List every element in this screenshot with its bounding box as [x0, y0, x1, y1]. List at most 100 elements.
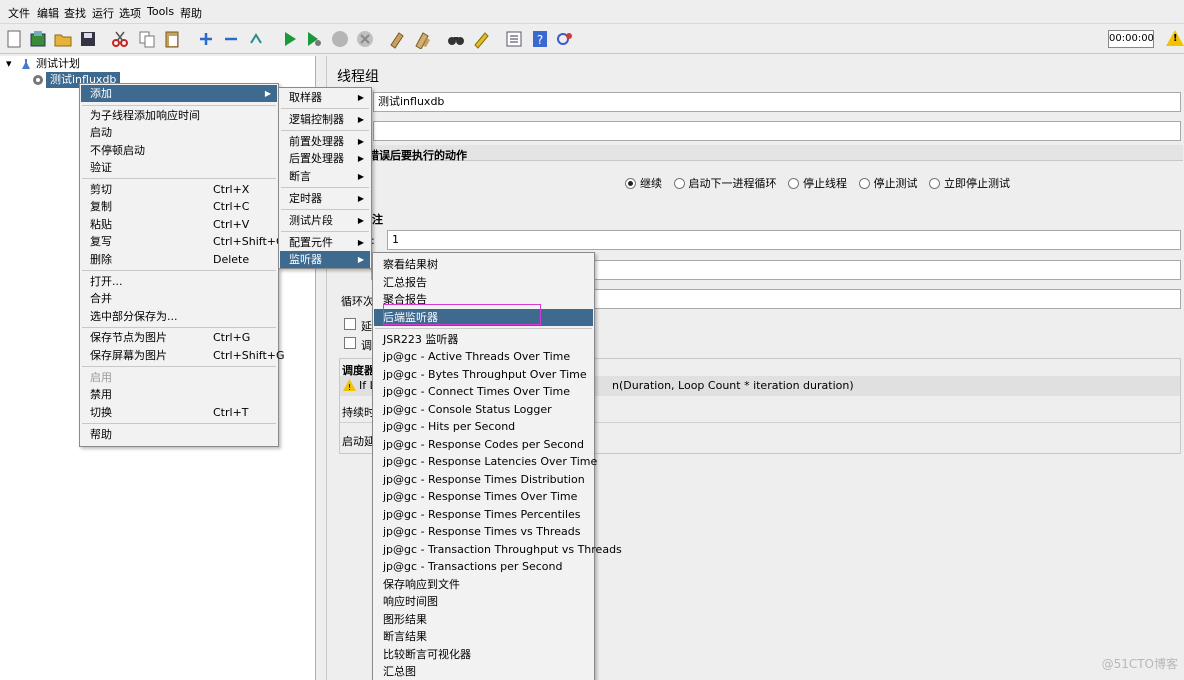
test-plan-icon: [22, 59, 30, 69]
new-icon[interactable]: [4, 29, 24, 49]
shutdown-icon[interactable]: [355, 29, 375, 49]
radio-stop-test[interactable]: 停止测试: [858, 177, 918, 190]
ctx-start-no-pause[interactable]: 不停顿启动: [81, 142, 277, 159]
listener-compare-assertion[interactable]: 比较断言可视化器: [374, 646, 593, 663]
add-sampler[interactable]: 取样器 ▶: [280, 89, 370, 106]
radio-continue[interactable]: 继续: [625, 177, 662, 190]
menu-search[interactable]: 查找: [64, 5, 86, 21]
add-assertion[interactable]: 断言 ▶: [280, 168, 370, 185]
ctx-add-response-time[interactable]: 为子线程添加响应时间: [81, 107, 277, 124]
ctx-merge[interactable]: 合并: [81, 290, 277, 307]
ctx-cut[interactable]: 剪切 Ctrl+X: [81, 181, 277, 198]
ctx-disable[interactable]: 禁用: [81, 386, 277, 403]
listener-hits-per-second[interactable]: jp@gc - Hits per Second: [374, 418, 593, 435]
add-post-processor[interactable]: 后置处理器 ▶: [280, 150, 370, 167]
menu-options[interactable]: 选项: [119, 5, 141, 21]
radio-continue-dot[interactable]: [625, 178, 636, 189]
ctx-validate[interactable]: 验证: [81, 159, 277, 176]
tree-root[interactable]: 测试计划: [36, 56, 80, 72]
menu-tools[interactable]: Tools: [147, 5, 174, 18]
copy-icon[interactable]: [137, 29, 157, 49]
listener-transactions-per-second[interactable]: jp@gc - Transactions per Second: [374, 558, 593, 575]
menu-edit[interactable]: 编辑: [37, 5, 59, 21]
collapse-icon[interactable]: [221, 29, 241, 49]
add-timer[interactable]: 定时器 ▶: [280, 190, 370, 207]
listener-save-responses[interactable]: 保存响应到文件: [374, 576, 593, 593]
menu-run[interactable]: 运行: [92, 5, 114, 21]
listener-bytes-throughput[interactable]: jp@gc - Bytes Throughput Over Time: [374, 366, 593, 383]
clear-all-icon[interactable]: [413, 29, 433, 49]
ctx-delete[interactable]: 删除 Delete: [81, 251, 277, 268]
toggle-icon[interactable]: [246, 29, 266, 49]
listener-active-threads[interactable]: jp@gc - Active Threads Over Time: [374, 348, 593, 365]
radio-next-loop-dot[interactable]: [673, 178, 685, 189]
ctx-duplicate[interactable]: 复写 Ctrl+Shift+C: [81, 233, 284, 250]
listener-view-results-tree[interactable]: 察看结果树: [374, 256, 593, 273]
name-field[interactable]: 测试influxdb: [373, 92, 1181, 112]
ctx-add[interactable]: 添加 ▶: [81, 85, 277, 102]
ctx-save-screen-image[interactable]: 保存屏幕为图片 Ctrl+Shift+G: [81, 347, 285, 364]
add-logic-controller[interactable]: 逻辑控制器 ▶: [280, 111, 370, 128]
threads-field[interactable]: 1: [387, 230, 1181, 250]
ctx-copy[interactable]: 复制 Ctrl+C: [81, 198, 277, 215]
cut-icon[interactable]: [110, 29, 130, 49]
reset-search-icon[interactable]: [471, 29, 491, 49]
add-pre-processor[interactable]: 前置处理器 ▶: [280, 133, 370, 150]
clear-icon[interactable]: [387, 29, 407, 49]
listener-jsr223[interactable]: JSR223 监听器: [374, 331, 593, 348]
warning-icon[interactable]: [1166, 30, 1184, 46]
ctx-save-screen-image-shortcut: Ctrl+Shift+G: [213, 349, 285, 362]
ctx-open[interactable]: 打开...: [81, 273, 277, 290]
add-config-element[interactable]: 配置元件 ▶: [280, 234, 370, 251]
templates-icon[interactable]: [28, 29, 48, 49]
add-listener[interactable]: 监听器 ▶: [280, 251, 370, 268]
listener-response-percentiles[interactable]: jp@gc - Response Times Percentiles: [374, 506, 593, 523]
listener-assertion-results[interactable]: 断言结果: [374, 628, 593, 645]
listener-response-latencies[interactable]: jp@gc - Response Latencies Over Time: [374, 453, 597, 470]
listener-aggregate-report[interactable]: 聚合报告: [374, 291, 593, 308]
search-icon[interactable]: [446, 29, 466, 49]
paste-icon[interactable]: [162, 29, 182, 49]
radio-stop-now[interactable]: 立即停止测试: [929, 177, 1010, 190]
start-no-pause-icon[interactable]: [304, 29, 324, 49]
add-test-fragment[interactable]: 测试片段 ▶: [280, 212, 370, 229]
scheduler-checkbox[interactable]: [344, 337, 356, 349]
ctx-paste[interactable]: 粘贴 Ctrl+V: [81, 216, 277, 233]
listener-connect-times[interactable]: jp@gc - Connect Times Over Time: [374, 383, 593, 400]
ctx-start[interactable]: 启动: [81, 124, 277, 141]
radio-stop-now-dot[interactable]: [929, 178, 940, 189]
ctx-save-selection[interactable]: 选中部分保存为...: [81, 308, 277, 325]
ctx-save-node-image[interactable]: 保存节点为图片 Ctrl+G: [81, 329, 277, 346]
listener-summary-graph[interactable]: 汇总图: [374, 663, 593, 680]
menu-file[interactable]: 文件: [8, 5, 30, 21]
start-icon[interactable]: [280, 29, 300, 49]
tree-expand-icon[interactable]: ▾: [6, 56, 12, 72]
listener-backend-listener[interactable]: 后端监听器: [374, 309, 593, 326]
radio-stop-thread-dot[interactable]: [788, 178, 799, 189]
open-icon[interactable]: [53, 29, 73, 49]
listener-summary-report[interactable]: 汇总报告: [374, 274, 593, 291]
ctx-help[interactable]: 帮助: [81, 426, 277, 443]
expand-icon[interactable]: [196, 29, 216, 49]
listener-graph-results[interactable]: 图形结果: [374, 611, 593, 628]
radio-stop-thread[interactable]: 停止线程: [788, 177, 847, 190]
listener-throughput-vs-threads[interactable]: jp@gc - Transaction Throughput vs Thread…: [374, 541, 622, 558]
radio-next-loop[interactable]: 启动下一进程循环: [673, 177, 777, 190]
listener-submenu: 察看结果树 汇总报告 聚合报告 后端监听器 JSR223 监听器 jp@gc -…: [372, 252, 622, 680]
menu-help[interactable]: 帮助: [180, 5, 202, 21]
save-icon[interactable]: [78, 29, 98, 49]
listener-response-distribution[interactable]: jp@gc - Response Times Distribution: [374, 471, 593, 488]
comment-field[interactable]: [373, 121, 1181, 141]
listener-response-vs-threads[interactable]: jp@gc - Response Times vs Threads: [374, 523, 593, 540]
ctx-toggle[interactable]: 切换 Ctrl+T: [81, 404, 277, 421]
listener-response-time-graph[interactable]: 响应时间图: [374, 593, 593, 610]
help-icon[interactable]: ?: [530, 29, 550, 49]
delay-checkbox[interactable]: [344, 318, 356, 330]
listener-response-times[interactable]: jp@gc - Response Times Over Time: [374, 488, 593, 505]
listener-response-codes[interactable]: jp@gc - Response Codes per Second: [374, 436, 593, 453]
function-helper-icon[interactable]: [504, 29, 524, 49]
listener-console-status[interactable]: jp@gc - Console Status Logger: [374, 401, 593, 418]
radio-stop-test-dot[interactable]: [858, 178, 870, 189]
stop-icon[interactable]: [330, 29, 350, 49]
remote-icon[interactable]: [555, 29, 575, 49]
